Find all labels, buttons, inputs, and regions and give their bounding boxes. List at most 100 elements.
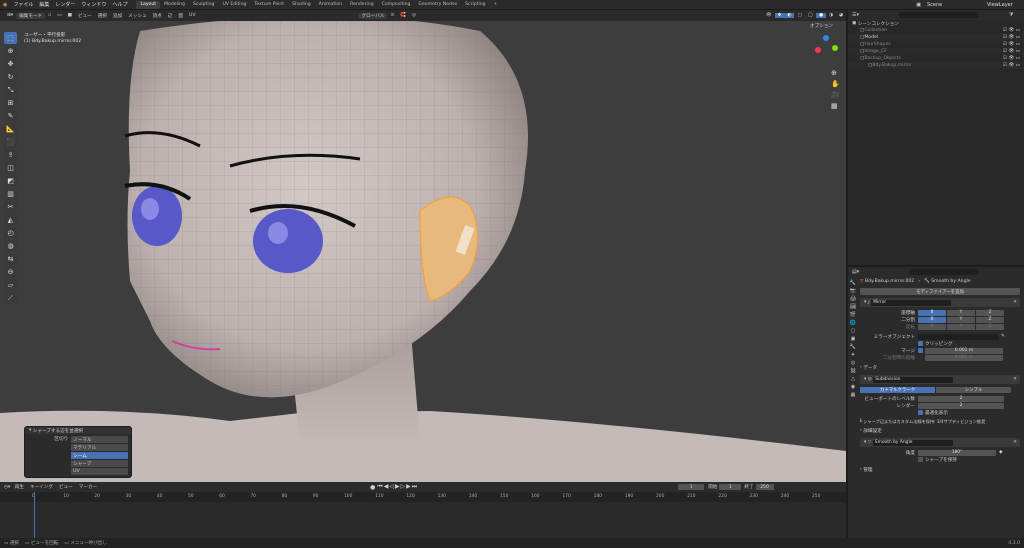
cursor-icon[interactable]: ⊕ xyxy=(4,45,17,57)
select-mode-face-icon[interactable]: ■ xyxy=(65,13,75,18)
select-mode-edge-icon[interactable]: ▭ xyxy=(54,13,64,18)
current-frame-field[interactable]: 1 xyxy=(678,484,705,490)
flip-y-toggle[interactable]: Y xyxy=(947,323,975,330)
render-levels-field[interactable]: 2 xyxy=(918,402,1004,409)
properties-search[interactable] xyxy=(909,268,980,275)
proportional-edit-icon[interactable]: ◎ xyxy=(409,13,419,18)
tab-particles-icon[interactable]: ✦ xyxy=(851,352,855,358)
tab-texture-icon[interactable]: ▦ xyxy=(851,392,856,398)
tab-physics-icon[interactable]: ◎ xyxy=(851,360,855,366)
viewport-levels-field[interactable]: 2 xyxy=(918,395,1004,402)
keyframe-icon[interactable]: ◆ xyxy=(999,450,1003,455)
smooth-icon[interactable]: ◍ xyxy=(4,240,17,252)
delimit-option-material[interactable]: マテリアル xyxy=(71,444,128,451)
close-icon[interactable]: ✕ xyxy=(1013,377,1020,382)
mode-selector[interactable]: 編集モード xyxy=(16,12,46,19)
add-workspace-icon[interactable]: + xyxy=(490,1,502,9)
playback-controls[interactable]: ⏮◀◁▶▷▶⏭ xyxy=(377,483,418,491)
tab-object-icon[interactable]: ▣ xyxy=(851,336,856,342)
visibility-checkbox-icon[interactable]: ☑ 👁 ▭ xyxy=(1003,49,1024,54)
blender-logo-icon[interactable]: ◉ xyxy=(0,2,10,8)
viewport-menu-edge[interactable]: 辺 xyxy=(165,13,176,19)
camera-icon[interactable]: 🎥 xyxy=(831,91,840,99)
pivot-icon[interactable]: ⊙ xyxy=(387,13,397,18)
angle-field[interactable]: 180° xyxy=(918,449,996,456)
select-box-icon[interactable]: ⬚ xyxy=(4,32,17,44)
tab-texture-paint[interactable]: Texture Paint xyxy=(250,1,288,9)
outliner-search[interactable] xyxy=(899,12,979,18)
end-frame-field[interactable]: 250 xyxy=(755,484,774,490)
filter-icon[interactable]: ⧩ xyxy=(1009,12,1013,18)
gizmo-x-dot[interactable] xyxy=(815,47,821,53)
tab-uv-editing[interactable]: UV Editing xyxy=(218,1,250,9)
simple-tab[interactable]: シンプル xyxy=(936,386,1011,393)
spin-icon[interactable]: ◴ xyxy=(4,227,17,239)
visibility-checkbox-icon[interactable]: ☑ 👁 ▭ xyxy=(1003,63,1024,68)
mirror-modifier-header[interactable]: ▾ ⫽ Mirror ✕ xyxy=(860,298,1020,307)
subdivision-modifier-header[interactable]: ▾ ◎ Subdivision ✕ xyxy=(860,375,1020,384)
viewport-menu-uv[interactable]: UV xyxy=(186,13,199,18)
scene-selector[interactable]: Scene xyxy=(924,2,984,8)
autokey-icon[interactable]: ● xyxy=(370,484,377,491)
loop-cut-icon[interactable]: ▥ xyxy=(4,188,17,200)
flip-z-toggle[interactable]: Z xyxy=(976,323,1004,330)
viewlayer-selector[interactable]: ViewLayer xyxy=(984,2,1024,8)
shading-solid-icon[interactable]: ● xyxy=(815,13,826,18)
transform-icon[interactable]: ⊞ xyxy=(4,97,17,109)
outliner-item[interactable]: ▢ Model ☑ 👁 ▭ xyxy=(848,34,1024,41)
timeline-track-area[interactable] xyxy=(0,492,846,538)
viewport-menu-add[interactable]: 追加 xyxy=(110,13,125,19)
tab-output-icon[interactable]: 🖨 xyxy=(850,296,856,302)
xray-icon[interactable]: ▢ xyxy=(794,13,804,18)
viewport-menu-mesh[interactable]: メッシュ xyxy=(125,13,149,19)
menu-render[interactable]: レンダー xyxy=(52,1,78,8)
manage-subpanel-label[interactable]: 管理 xyxy=(863,467,872,473)
grid-view-icon[interactable]: ▦ xyxy=(831,102,840,110)
eyedropper-icon[interactable]: ✎ xyxy=(1001,334,1005,339)
bisect-distance-field[interactable]: 0.001 m xyxy=(925,354,1003,361)
menu-edit[interactable]: 編集 xyxy=(36,1,52,8)
axis-x-toggle[interactable]: X xyxy=(918,309,946,316)
scene-collection-label[interactable]: シーンコレクション xyxy=(858,21,899,27)
outliner-item[interactable]: ▢ Collection ☑ 👁 ▭ xyxy=(848,27,1024,34)
shear-icon[interactable]: ▱ xyxy=(4,279,17,291)
delimit-option-seam[interactable]: シーム xyxy=(71,452,128,459)
visibility-checkbox-icon[interactable]: ☑ 👁 ▭ xyxy=(1003,35,1024,40)
properties-editor-icon[interactable]: ▤▾ xyxy=(852,269,859,275)
visibility-checkbox-icon[interactable]: ☑ 👁 ▭ xyxy=(1003,28,1024,33)
merge-distance-field[interactable]: 0.001 m xyxy=(925,347,1003,354)
poly-build-icon[interactable]: ◭ xyxy=(4,214,17,226)
timeline-editor-icon[interactable]: ◷▾ xyxy=(4,485,12,490)
data-subpanel-label[interactable]: データ xyxy=(863,365,877,371)
timeline-ruler[interactable]: 0102030405060708090100110120130140150160… xyxy=(0,492,846,502)
navigation-gizmo[interactable] xyxy=(812,35,840,63)
viewport-menu-select[interactable]: 選択 xyxy=(95,13,110,19)
tab-modifier-icon[interactable]: 🔧 xyxy=(850,344,856,350)
timeline-menu-marker[interactable]: マーカー xyxy=(76,484,100,490)
smooth-modifier-header[interactable]: ▾ ▽ Smooth by Angle ✕ xyxy=(860,438,1020,447)
visibility-icon[interactable]: 👁 xyxy=(763,13,775,18)
keep-sharp-checkbox[interactable] xyxy=(918,457,923,462)
tab-shading[interactable]: Shading xyxy=(288,1,315,9)
viewport-menu-face[interactable]: 面 xyxy=(175,13,186,19)
viewport-menu-vertex[interactable]: 頂点 xyxy=(150,13,165,19)
snap-icon[interactable]: 🧲 xyxy=(397,13,409,18)
tab-compositing[interactable]: Compositing xyxy=(378,1,415,9)
menu-file[interactable]: ファイル xyxy=(10,1,36,8)
close-icon[interactable]: ✕ xyxy=(1013,440,1020,445)
tab-layout[interactable]: Layout xyxy=(136,0,161,9)
knife-icon[interactable]: ✂ xyxy=(4,201,17,213)
start-frame-field[interactable]: 1 xyxy=(719,484,742,490)
extrude-icon[interactable]: ⇪ xyxy=(4,149,17,161)
axis-z-toggle[interactable]: Z xyxy=(976,309,1004,316)
overlay-icon[interactable]: ◐ xyxy=(784,13,795,18)
rotate-icon[interactable]: ↻ xyxy=(4,71,17,83)
menu-window[interactable]: ウィンドウ xyxy=(78,1,109,8)
optimal-display-checkbox[interactable] xyxy=(918,410,923,415)
bisect-x-toggle[interactable]: X xyxy=(918,316,946,323)
bisect-z-toggle[interactable]: Z xyxy=(976,316,1004,323)
tab-data-icon[interactable]: △ xyxy=(851,376,855,382)
tab-material-icon[interactable]: ◉ xyxy=(851,384,855,390)
shading-rendered-icon[interactable]: ◕ xyxy=(836,13,846,18)
menu-help[interactable]: ヘルプ xyxy=(109,1,130,8)
